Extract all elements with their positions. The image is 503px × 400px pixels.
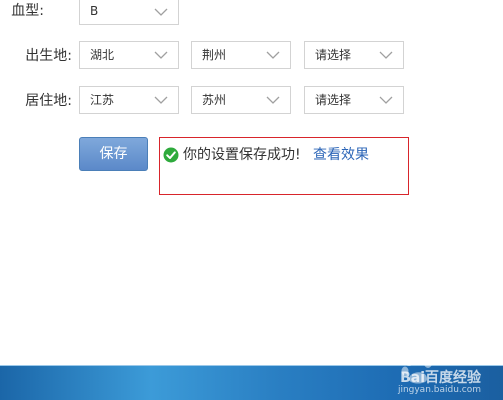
chevron-down-icon (154, 51, 168, 59)
chevron-down-icon (154, 96, 168, 104)
residence-district-value: 请选择 (315, 93, 352, 107)
chevron-down-icon (266, 51, 280, 59)
success-message-text: 你的设置保存成功! (183, 147, 301, 163)
view-result-link[interactable]: 查看效果 (313, 144, 369, 166)
blood-type-label: 血型: (11, 3, 44, 19)
birthplace-row: 出生地: 湖北 荆州 请选择 (0, 41, 503, 71)
blood-type-select[interactable]: B (79, 0, 179, 25)
residence-row: 居住地: 江苏 苏州 请选择 (0, 86, 503, 116)
residence-city-select[interactable]: 苏州 (191, 86, 291, 114)
residence-district-select[interactable]: 请选择 (304, 86, 404, 114)
blood-type-value: B (90, 4, 99, 18)
chevron-down-icon (266, 96, 280, 104)
chevron-down-icon (379, 96, 393, 104)
residence-label: 居住地: (25, 93, 72, 109)
residence-province-value: 江苏 (90, 93, 115, 107)
blood-type-row: 血型: B (0, 0, 503, 26)
birthplace-district-select[interactable]: 请选择 (304, 41, 404, 69)
watermark-url-text: jingyan.baidu.com (397, 385, 481, 395)
chevron-down-icon (379, 51, 393, 59)
birthplace-district-value: 请选择 (315, 48, 352, 62)
residence-city-value: 苏州 (202, 93, 227, 107)
check-circle-icon (163, 147, 179, 163)
chevron-down-icon (154, 8, 168, 16)
taskbar: Bai百度经验 jingyan.baidu.com (0, 352, 503, 400)
birthplace-province-select[interactable]: 湖北 (79, 41, 179, 69)
watermark-main-text: Bai百度经验 (400, 370, 481, 386)
save-button[interactable]: 保存 (79, 137, 148, 171)
birthplace-label: 出生地: (25, 48, 72, 64)
residence-province-select[interactable]: 江苏 (79, 86, 179, 114)
birthplace-province-value: 湖北 (90, 48, 115, 62)
birthplace-city-select[interactable]: 荆州 (191, 41, 291, 69)
success-message-box: 你的设置保存成功! 查看效果 (159, 137, 409, 195)
baidu-jingyan-watermark: Bai百度经验 jingyan.baidu.com (371, 352, 481, 399)
birthplace-city-value: 荆州 (202, 48, 227, 62)
page: 血型: B 出生地: 湖北 荆州 请选择 居住地: 江苏 苏州 请选择 保存 你… (0, 0, 503, 400)
